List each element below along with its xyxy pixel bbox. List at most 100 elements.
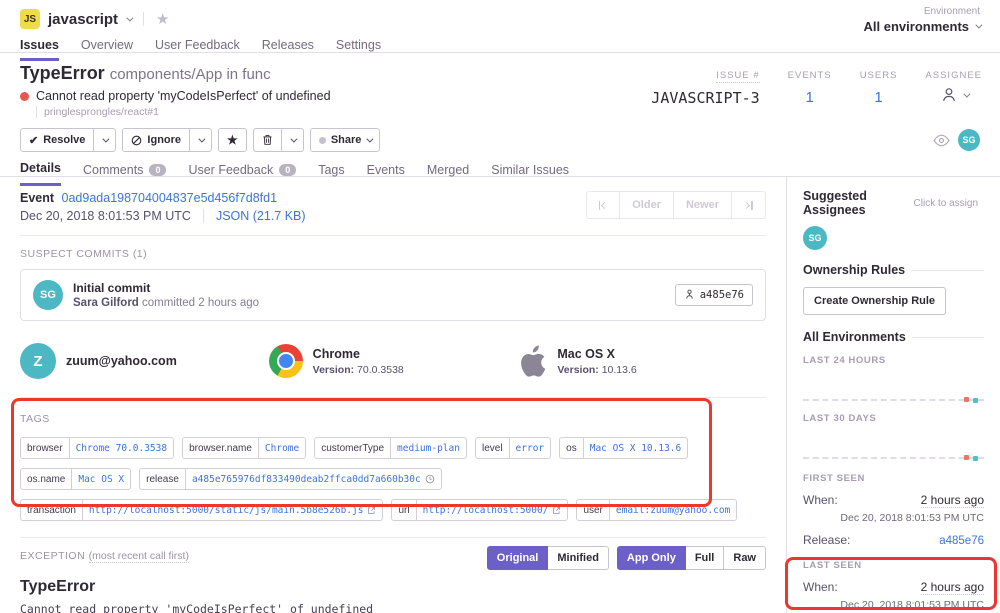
toggle-full[interactable]: Full xyxy=(686,546,725,570)
tag-value-link[interactable]: Chrome xyxy=(258,438,305,458)
tag-value-link[interactable]: Mac OS X 10.13.6 xyxy=(583,438,688,458)
newest-event-button[interactable] xyxy=(732,191,766,219)
first-seen-release-link[interactable]: a485e76 xyxy=(939,535,984,547)
last-seen-date: Dec 20, 2018 8:01:53 PM UTC xyxy=(803,599,984,611)
spark-dot-teal xyxy=(973,456,978,461)
tag-value-link[interactable]: Mac OS X xyxy=(71,469,130,489)
tag-key: customerType xyxy=(315,438,390,458)
tag-key: level xyxy=(476,438,509,458)
tag-value-link[interactable]: Chrome 70.0.3538 xyxy=(69,438,174,458)
star-button[interactable]: ★ xyxy=(218,128,247,152)
suspect-commits-section: SUSPECT COMMITS (1) SG Initial commit Sa… xyxy=(20,236,766,321)
chevron-right-icon xyxy=(743,201,750,208)
os-version: 10.13.6 xyxy=(602,364,637,376)
resolve-button[interactable]: ✔Resolve xyxy=(20,128,94,152)
issue-annotation[interactable]: pringlesprongles/react#1 xyxy=(36,106,980,118)
exception-title: EXCEPTION xyxy=(20,550,85,562)
ignore-dropdown-button[interactable] xyxy=(190,128,212,152)
context-user: Z zuum@yahoo.com xyxy=(20,343,269,379)
event-id-link[interactable]: 0ad9ada198704004837e5d456f7d8fd1 xyxy=(62,191,278,205)
environment-selector[interactable]: All environments xyxy=(864,19,980,34)
toggle-raw[interactable]: Raw xyxy=(724,546,766,570)
external-link-icon xyxy=(367,506,376,515)
delete-button[interactable] xyxy=(253,128,282,152)
chevron-down-icon[interactable] xyxy=(126,14,133,21)
toggle-original[interactable]: Original xyxy=(487,546,549,570)
delete-dropdown-button[interactable] xyxy=(282,128,304,152)
event-json-link[interactable]: JSON (21.7 KB) xyxy=(216,209,306,223)
tag-browser-name: browser.nameChrome xyxy=(182,437,306,459)
older-event-button[interactable]: Older xyxy=(620,191,674,219)
first-seen-when: 2 hours ago xyxy=(921,493,984,508)
top-bar: JS javascript ★ Environment All environm… xyxy=(0,0,1000,53)
chevron-down-icon xyxy=(975,22,982,29)
user-icon xyxy=(940,87,958,103)
tag-key: user xyxy=(577,500,608,520)
event-pagination: Older Newer xyxy=(586,191,766,219)
when-label: When: xyxy=(803,493,838,507)
ignore-button[interactable]: Ignore xyxy=(122,128,190,152)
chevron-down-icon xyxy=(103,135,110,142)
event-context-row: Z zuum@yahoo.com Chrome Version: 70.0.35… xyxy=(20,327,766,398)
check-icon: ✔ xyxy=(29,134,38,147)
ignore-label: Ignore xyxy=(147,134,181,146)
tag-key: url xyxy=(392,500,415,520)
tag-os-name: os.nameMac OS X xyxy=(20,468,131,490)
last-seen-label: LAST SEEN xyxy=(803,560,984,571)
tag-key: os xyxy=(560,438,583,458)
suggested-assignee-avatar[interactable]: SG xyxy=(803,226,827,250)
tag-value-link[interactable]: error xyxy=(509,438,551,458)
issue-header: TypeError components/App in func Cannot … xyxy=(0,53,1000,177)
tag-customer-type: customerTypemedium-plan xyxy=(314,437,467,459)
all-environments-title: All Environments xyxy=(803,330,906,344)
issue-message: Cannot read property 'myCodeIsPerfect' o… xyxy=(36,89,331,103)
toggle-minified[interactable]: Minified xyxy=(548,546,609,570)
tags-title: TAGS xyxy=(20,413,766,425)
tag-value-link[interactable]: http://localhost:5000/static/js/main.5b8… xyxy=(82,500,383,520)
tag-value-link[interactable]: a485e765976df833490deab2ffca0dd7a660b30c xyxy=(185,469,441,489)
users-count-link[interactable]: 1 xyxy=(860,89,898,106)
trash-icon xyxy=(262,134,273,146)
suggested-assignees-hint: Click to assign xyxy=(914,198,978,209)
git-commit-icon xyxy=(684,289,695,301)
tag-value-link[interactable]: medium-plan xyxy=(390,438,466,458)
tag-release: releasea485e765976df833490deab2ffca0dd7a… xyxy=(139,468,442,490)
resolve-dropdown-button[interactable] xyxy=(94,128,116,152)
issue-short-id: JAVASCRIPT-3 xyxy=(651,89,759,107)
assignee-dropdown[interactable] xyxy=(925,87,982,103)
first-seen-label: FIRST SEEN xyxy=(803,473,984,484)
event-block: Event 0ad9ada198704004837e5d456f7d8fd1 D… xyxy=(20,177,766,236)
ownership-rules-title: Ownership Rules xyxy=(803,263,905,277)
toggle-app-only[interactable]: App Only xyxy=(617,546,686,570)
issue-number-label: ISSUE # xyxy=(716,70,759,83)
bookmark-star-icon[interactable]: ★ xyxy=(156,10,169,28)
chevron-left-icon xyxy=(601,201,608,208)
chevron-down-icon xyxy=(367,135,374,142)
participant-avatar: SG xyxy=(958,129,980,151)
project-selector[interactable]: javascript xyxy=(48,11,118,28)
tab-label: User Feedback xyxy=(188,163,273,177)
when-label: When: xyxy=(803,580,838,594)
oldest-event-button[interactable] xyxy=(586,191,621,219)
first-seen-date: Dec 20, 2018 8:01:53 PM UTC xyxy=(803,512,984,524)
tab-label: Events xyxy=(367,163,405,177)
newer-event-button[interactable]: Newer xyxy=(674,191,732,219)
event-date: Dec 20, 2018 8:01:53 PM UTC xyxy=(20,209,191,223)
tab-label: Details xyxy=(20,161,61,175)
commit-sha-button[interactable]: a485e76 xyxy=(675,284,753,306)
user-email: zuum@yahoo.com xyxy=(66,354,177,368)
tag-value-link[interactable]: email:zuum@yahoo.com xyxy=(609,500,736,520)
last-30-days-label: LAST 30 DAYS xyxy=(803,413,984,424)
environment-label: Environment xyxy=(864,6,980,17)
tag-value-link[interactable]: http://localhost:5000/ xyxy=(416,500,568,520)
tag-key: browser.name xyxy=(183,438,258,458)
tab-label: Similar Issues xyxy=(491,163,569,177)
create-ownership-rule-button[interactable]: Create Ownership Rule xyxy=(803,287,946,315)
share-status-dot xyxy=(319,137,326,144)
tag-user: useremail:zuum@yahoo.com xyxy=(576,499,737,521)
events-count-link[interactable]: 1 xyxy=(788,89,832,106)
subscribe-eye-icon[interactable] xyxy=(933,134,950,147)
exception-subtitle: (most recent call first) xyxy=(89,550,189,563)
browser-name: Chrome xyxy=(313,347,404,361)
share-button[interactable]: Share xyxy=(310,128,381,152)
